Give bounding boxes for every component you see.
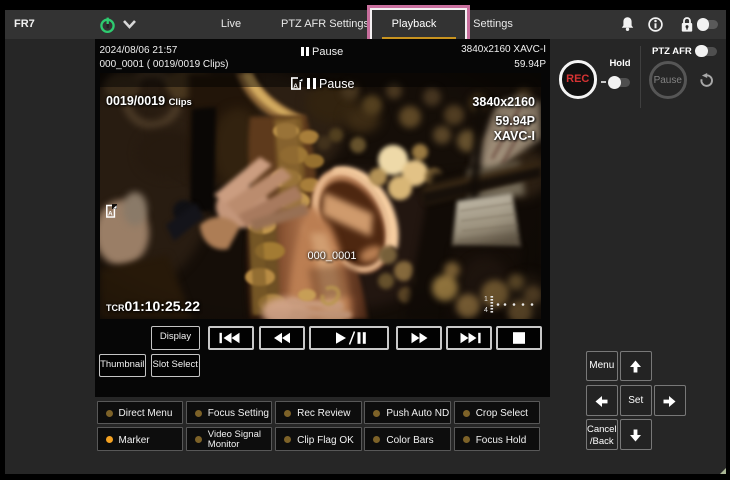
svg-text:4: 4 [484,307,488,314]
svg-text:A: A [293,83,298,90]
svg-text:1: 1 [484,296,488,303]
svg-text:A: A [108,211,113,218]
